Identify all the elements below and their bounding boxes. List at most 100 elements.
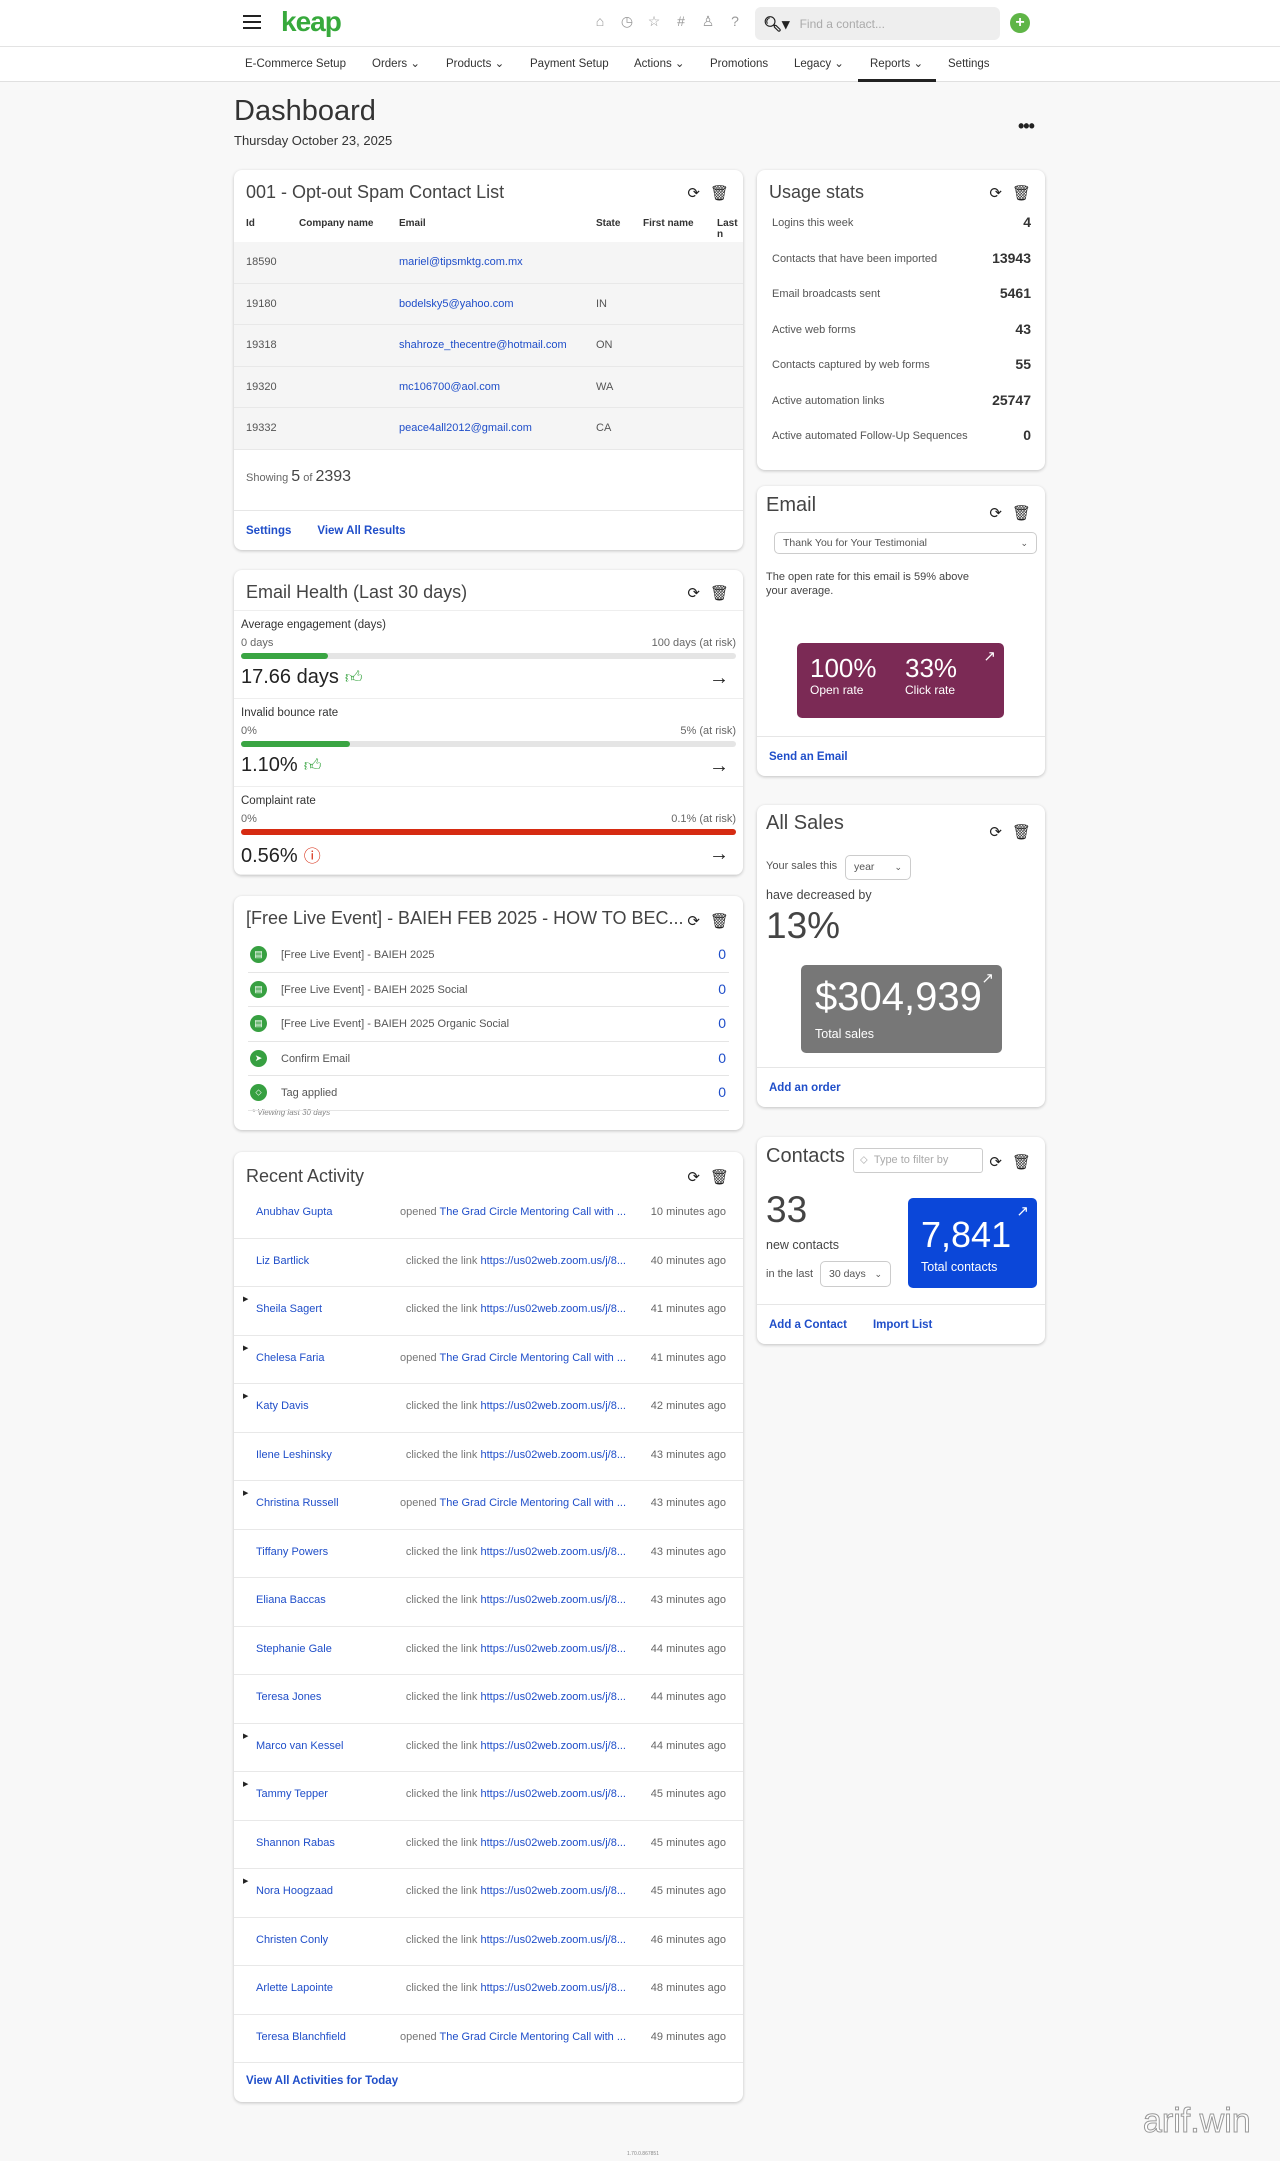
trash-icon[interactable]: 🗑︎ bbox=[710, 584, 729, 602]
contact-name-link[interactable]: Christen Conly bbox=[256, 1934, 328, 1946]
add-icon[interactable]: + bbox=[1010, 13, 1030, 33]
external-link-icon[interactable]: ↗ bbox=[981, 969, 994, 987]
contact-name-link[interactable]: Stephanie Gale bbox=[256, 1643, 332, 1655]
help-icon[interactable]: ? bbox=[727, 13, 743, 30]
contact-name-link[interactable]: Chelesa Faria bbox=[256, 1352, 324, 1364]
cell-email[interactable]: mc106700@aol.com bbox=[399, 381, 500, 393]
arrow-right-icon[interactable]: → bbox=[709, 843, 729, 866]
nav-actions[interactable]: Actions ⌄ bbox=[634, 47, 685, 82]
table-row[interactable]: 19180 bodelsky5@yahoo.com IN bbox=[234, 283, 743, 325]
total-contacts-tile[interactable]: 7,841 Total contacts ↗ bbox=[908, 1198, 1037, 1288]
item-count[interactable]: 0 bbox=[718, 1050, 726, 1066]
contact-name-link[interactable]: Tiffany Powers bbox=[256, 1546, 328, 1558]
trash-icon[interactable]: 🗑︎ bbox=[1012, 1153, 1031, 1171]
table-row[interactable]: 18590 mariel@tipsmktg.com.mx bbox=[234, 242, 743, 284]
column-header[interactable]: Email bbox=[399, 218, 426, 229]
contact-name-link[interactable]: Katy Davis bbox=[256, 1400, 309, 1412]
trash-icon[interactable]: 🗑︎ bbox=[710, 1168, 729, 1186]
campaign-item[interactable]: ⬦ Tag applied 0 bbox=[248, 1076, 729, 1111]
refresh-icon[interactable]: ⟳ bbox=[687, 584, 700, 602]
cell-email[interactable]: bodelsky5@yahoo.com bbox=[399, 298, 514, 310]
trash-icon[interactable]: 🗑︎ bbox=[1012, 504, 1031, 522]
activity-target-link[interactable]: https://us02web.zoom.us/j/8... bbox=[480, 1594, 626, 1606]
contact-name-link[interactable]: Sheila Sagert bbox=[256, 1303, 322, 1315]
refresh-icon[interactable]: ⟳ bbox=[989, 823, 1002, 841]
activity-target-link[interactable]: https://us02web.zoom.us/j/8... bbox=[480, 1303, 626, 1315]
trash-icon[interactable]: 🗑︎ bbox=[1012, 184, 1031, 202]
period-select[interactable]: year ⌄ bbox=[845, 855, 911, 880]
activity-target-link[interactable]: https://us02web.zoom.us/j/8... bbox=[480, 1982, 626, 1994]
column-header[interactable]: Company name bbox=[299, 218, 373, 229]
expand-icon[interactable]: ▶ bbox=[243, 1344, 248, 1352]
external-link-icon[interactable]: ↗ bbox=[1016, 1202, 1029, 1220]
nav-products[interactable]: Products ⌄ bbox=[446, 47, 504, 82]
activity-target-link[interactable]: https://us02web.zoom.us/j/8... bbox=[480, 1449, 626, 1461]
contact-name-link[interactable]: Tammy Tepper bbox=[256, 1788, 328, 1800]
menu-icon[interactable] bbox=[243, 15, 261, 29]
contact-name-link[interactable]: Shannon Rabas bbox=[256, 1837, 335, 1849]
trash-icon[interactable]: 🗑︎ bbox=[710, 184, 729, 202]
contact-name-link[interactable]: Liz Bartlick bbox=[256, 1255, 309, 1267]
external-link-icon[interactable]: ↗ bbox=[983, 647, 996, 665]
more-options-icon[interactable]: ••• bbox=[1018, 116, 1035, 137]
view-all-activities-link[interactable]: View All Activities for Today bbox=[246, 2075, 398, 2087]
star-icon[interactable]: ☆ bbox=[646, 13, 662, 30]
column-header[interactable]: Id bbox=[246, 218, 255, 229]
expand-icon[interactable]: ▶ bbox=[243, 1489, 248, 1497]
campaign-item[interactable]: ▤ [Free Live Event] - BAIEH 2025 Social 0 bbox=[248, 973, 729, 1007]
hashtag-icon[interactable]: # bbox=[673, 13, 689, 30]
activity-target-link[interactable]: https://us02web.zoom.us/j/8... bbox=[480, 1255, 626, 1267]
campaign-item[interactable]: ▤ [Free Live Event] - BAIEH 2025 Organic … bbox=[248, 1007, 729, 1042]
activity-target-link[interactable]: https://us02web.zoom.us/j/8... bbox=[480, 1885, 626, 1897]
arrow-right-icon[interactable]: → bbox=[709, 755, 729, 778]
range-select[interactable]: 30 days ⌄ bbox=[820, 1261, 891, 1287]
refresh-icon[interactable]: ⟳ bbox=[687, 184, 700, 202]
nav-payment-setup[interactable]: Payment Setup bbox=[530, 47, 609, 82]
keap-logo[interactable]: keap bbox=[281, 6, 342, 38]
table-row[interactable]: 19332 peace4all2012@gmail.com CA bbox=[234, 408, 743, 450]
view-all-results-link[interactable]: View All Results bbox=[317, 525, 405, 537]
table-row[interactable]: 19318 shahroze_thecentre@hotmail.com ON bbox=[234, 325, 743, 367]
arrow-right-icon[interactable]: → bbox=[709, 667, 729, 690]
trash-icon[interactable]: 🗑︎ bbox=[710, 912, 729, 930]
expand-icon[interactable]: ▶ bbox=[243, 1780, 248, 1788]
refresh-icon[interactable]: ⟳ bbox=[989, 184, 1002, 202]
email-rates-tile[interactable]: 100% Open rate 33% Click rate ↗ bbox=[797, 643, 1004, 718]
nav-legacy[interactable]: Legacy ⌄ bbox=[794, 47, 844, 82]
contact-name-link[interactable]: Teresa Jones bbox=[256, 1691, 321, 1703]
refresh-icon[interactable]: ⟳ bbox=[687, 1168, 700, 1186]
activity-target-link[interactable]: The Grad Circle Mentoring Call with ... bbox=[440, 1206, 626, 1218]
tag-filter-input[interactable]: ⬦ Type to filter by bbox=[853, 1148, 983, 1173]
activity-target-link[interactable]: https://us02web.zoom.us/j/8... bbox=[480, 1934, 626, 1946]
trash-icon[interactable]: 🗑︎ bbox=[1012, 823, 1031, 841]
search-input[interactable]: 🔍︎▾ Find a contact... bbox=[755, 7, 1000, 40]
settings-link[interactable]: Settings bbox=[246, 525, 291, 537]
expand-icon[interactable]: ▶ bbox=[243, 1392, 248, 1400]
activity-target-link[interactable]: https://us02web.zoom.us/j/8... bbox=[480, 1400, 626, 1412]
expand-icon[interactable]: ▶ bbox=[243, 1877, 248, 1885]
item-count[interactable]: 0 bbox=[718, 1015, 726, 1031]
home-icon[interactable]: ⌂ bbox=[592, 13, 608, 30]
column-header[interactable]: Last n bbox=[717, 218, 743, 240]
contact-name-link[interactable]: Ilene Leshinsky bbox=[256, 1449, 332, 1461]
contact-name-link[interactable]: Christina Russell bbox=[256, 1497, 339, 1509]
activity-target-link[interactable]: https://us02web.zoom.us/j/8... bbox=[480, 1837, 626, 1849]
activity-target-link[interactable]: The Grad Circle Mentoring Call with ... bbox=[440, 2031, 626, 2043]
refresh-icon[interactable]: ⟳ bbox=[989, 504, 1002, 522]
item-count[interactable]: 0 bbox=[718, 1084, 726, 1100]
item-count[interactable]: 0 bbox=[718, 981, 726, 997]
nav-reports[interactable]: Reports ⌄ bbox=[858, 47, 936, 82]
contact-name-link[interactable]: Teresa Blanchfield bbox=[256, 2031, 346, 2043]
activity-target-link[interactable]: https://us02web.zoom.us/j/8... bbox=[480, 1691, 626, 1703]
refresh-icon[interactable]: ⟳ bbox=[687, 912, 700, 930]
contact-name-link[interactable]: Anubhav Gupta bbox=[256, 1206, 332, 1218]
email-select[interactable]: Thank You for Your Testimonial ⌄ bbox=[774, 532, 1037, 554]
activity-target-link[interactable]: https://us02web.zoom.us/j/8... bbox=[480, 1546, 626, 1558]
person-icon[interactable]: ♙ bbox=[700, 13, 716, 30]
nav-settings[interactable]: Settings bbox=[948, 47, 990, 82]
contact-name-link[interactable]: Eliana Baccas bbox=[256, 1594, 326, 1606]
add-contact-link[interactable]: Add a Contact bbox=[769, 1319, 847, 1331]
add-order-link[interactable]: Add an order bbox=[769, 1082, 841, 1094]
campaign-item[interactable]: ▤ [Free Live Event] - BAIEH 2025 0 bbox=[248, 938, 729, 973]
activity-target-link[interactable]: https://us02web.zoom.us/j/8... bbox=[480, 1643, 626, 1655]
